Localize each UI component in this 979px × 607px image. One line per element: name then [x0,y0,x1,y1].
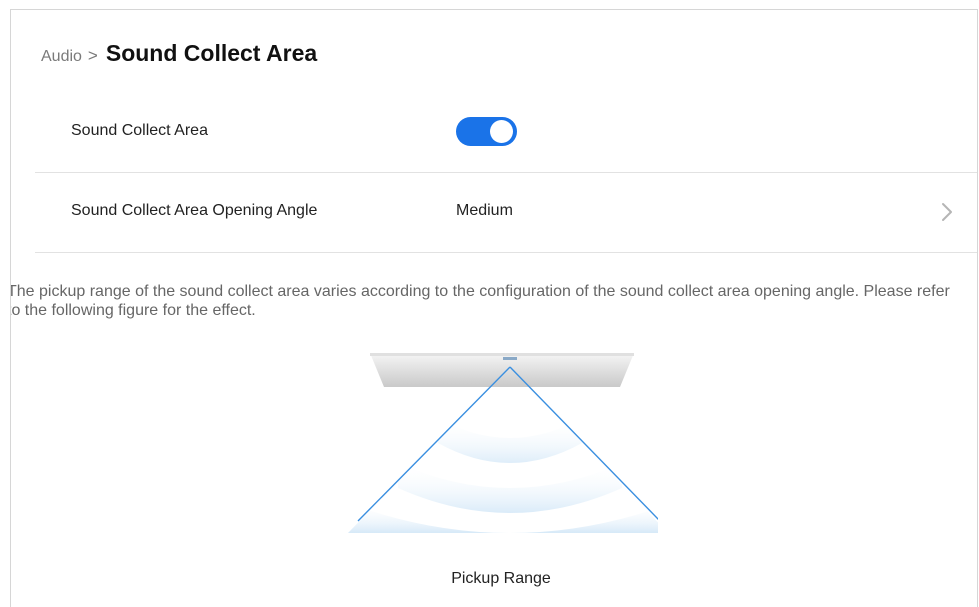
opening-angle-value: Medium [456,202,513,219]
breadcrumb-audio-link[interactable]: Audio [41,48,82,66]
chevron-right-icon[interactable] [937,200,957,224]
toggle-knob [490,120,513,143]
wave-arc-2 [398,463,622,513]
page-title: Sound Collect Area [105,40,318,66]
ceiling-device [370,353,634,387]
setting-row-opening-angle[interactable]: Sound Collect Area Opening Angle Medium [35,172,977,253]
wave-arc-1 [438,418,582,463]
setting-row-sound-collect-area: Sound Collect Area [35,92,977,173]
sound-collect-area-toggle[interactable] [456,117,517,146]
description-text: The pickup range of the sound collect ar… [10,283,950,319]
opening-angle-label: Sound Collect Area Opening Angle [71,202,318,219]
breadcrumb-separator: > [87,46,98,65]
breadcrumb: Audio > Sound Collect Area [41,40,317,68]
figure-caption: Pickup Range [451,570,551,587]
settings-panel: Audio > Sound Collect Area Sound Collect… [10,9,978,607]
sound-collect-area-label: Sound Collect Area [71,122,208,139]
pickup-range-illustration [348,353,658,533]
